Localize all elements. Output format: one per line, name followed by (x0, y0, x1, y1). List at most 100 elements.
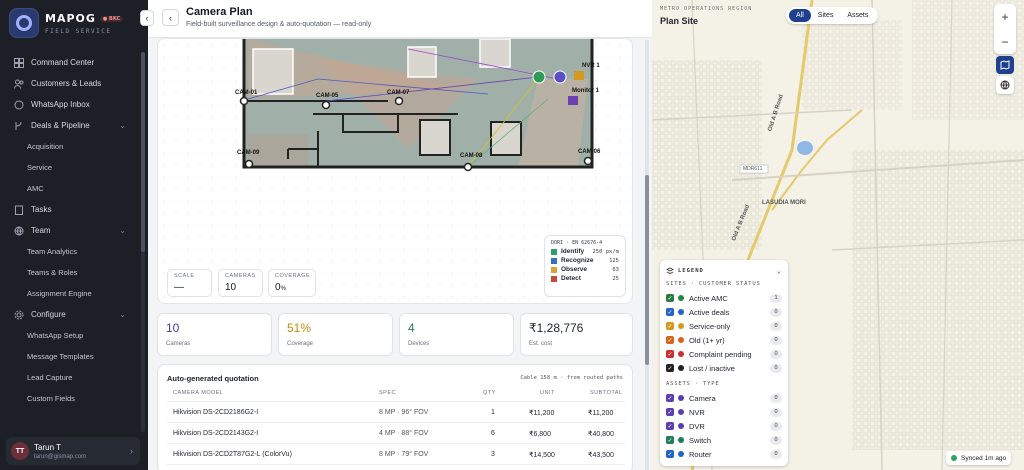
sidebar-item-label: WhatsApp Inbox (31, 100, 90, 109)
chevron-down-icon[interactable]: ⌄ (777, 267, 782, 275)
asset-dot (678, 395, 684, 401)
sidebar-item-configure[interactable]: Configure ⌄ (0, 304, 140, 325)
brand[interactable]: MAPOG ● BKC FIELD SERVICE (9, 8, 124, 38)
quotation-title: Auto-generated quotation (167, 374, 259, 383)
users-icon (14, 79, 24, 89)
area-label: LASUDIA MORI (762, 200, 806, 206)
filter-sites[interactable]: Sites (811, 9, 841, 22)
sidebar-item-command-center[interactable]: Command Center (0, 52, 140, 73)
sidebar-item-whatsapp-setup[interactable]: WhatsApp Setup (0, 325, 140, 346)
stat-value: — (174, 282, 184, 293)
camera-label: CAM-06 (578, 149, 601, 155)
zoom-controls: + − (994, 4, 1016, 54)
checkbox[interactable]: ✓ (666, 450, 674, 458)
sidebar-nav: Command Center Customers & Leads WhatsAp… (0, 52, 140, 409)
filter-all[interactable]: All (789, 9, 811, 22)
metric-label: Cameras (166, 341, 191, 347)
camera-label: CAM-07 (387, 90, 410, 96)
checkbox[interactable]: ✓ (666, 350, 674, 358)
user-menu[interactable]: TT Tarun T tarun@gismap.com › (6, 437, 140, 465)
metric-devices: 4 Devices (399, 313, 514, 356)
globe-icon (1000, 80, 1010, 90)
back-button[interactable]: ‹ (162, 9, 179, 26)
checkbox[interactable]: ✓ (666, 336, 674, 344)
brand-name: MAPOG (45, 11, 96, 25)
table-row[interactable]: Hikvision DS-2CD2186G2-I 8 MP · 96° FOV … (167, 402, 625, 423)
legend-row[interactable]: ✓ Service-only 0 (666, 319, 782, 333)
legend-row[interactable]: ✓ Complaint pending 0 (666, 347, 782, 361)
quotation-card: Auto-generated quotation Cable 158 m · f… (157, 364, 633, 470)
checkbox[interactable]: ✓ (666, 308, 674, 316)
sidebar-scrollbar[interactable] (141, 52, 145, 432)
checkbox[interactable]: ✓ (666, 394, 674, 402)
legend-row[interactable]: ✓ Switch 0 (666, 433, 782, 447)
legend-row[interactable]: ✓ Router 0 (666, 447, 782, 461)
page-header: ‹ Camera Plan Field-built surveillance d… (148, 0, 652, 38)
globe-button[interactable] (996, 76, 1014, 94)
camera-label: CAM-08 (460, 153, 483, 159)
cable-note: Cable 158 m · from routed paths (520, 375, 623, 381)
legend-header[interactable]: LEGEND ⌄ (666, 265, 782, 277)
legend-row[interactable]: ✓ DVR 0 (666, 419, 782, 433)
asset-dot (678, 409, 684, 415)
dori-row: Observe 63 (551, 266, 619, 273)
stat-label: CAMERAS (225, 273, 256, 279)
main-scrollbar[interactable] (645, 40, 649, 470)
checkbox[interactable]: ✓ (666, 408, 674, 416)
checkbox[interactable]: ✓ (666, 422, 674, 430)
legend-row[interactable]: ✓ NVR 0 (666, 405, 782, 419)
asset-dot (678, 451, 684, 457)
map-layer-button[interactable] (996, 56, 1014, 74)
checkbox[interactable]: ✓ (666, 436, 674, 444)
table-row[interactable]: Hikvision DS-2CD2T87G2-L (ColorVu) 8 MP … (167, 444, 625, 465)
zoom-out-button[interactable]: − (994, 29, 1016, 54)
metric-value: ₹1,28,776 (529, 321, 584, 335)
sidebar-item-amc[interactable]: AMC (0, 178, 140, 199)
sidebar-item-acquisition[interactable]: Acquisition (0, 136, 140, 157)
map-panel[interactable]: Old A B Road Old A B Road MDR611 LASUDIA… (652, 0, 1024, 470)
checkbox[interactable]: ✓ (666, 294, 674, 302)
table-header: CAMERA MODEL SPEC QTY UNIT SUBTOTAL (167, 385, 625, 402)
brand-subtitle: FIELD SERVICE (45, 27, 112, 35)
monitor-label: Monitor 1 (572, 88, 600, 94)
legend-title: LEGEND (678, 268, 704, 274)
sidebar-item-whatsapp[interactable]: WhatsApp Inbox (0, 94, 140, 115)
chevron-down-icon: ⌄ (119, 310, 126, 319)
sidebar-item-team[interactable]: Team ⌄ (0, 220, 140, 241)
checkbox[interactable]: ✓ (666, 322, 674, 330)
zoom-in-button[interactable]: + (994, 4, 1016, 29)
legend-row[interactable]: ✓ Camera 0 (666, 391, 782, 405)
camera-label: CAM-05 (316, 93, 339, 99)
sidebar-item-tasks[interactable]: Tasks (0, 199, 140, 220)
legend-section-title: SITES · CUSTOMER STATUS (666, 281, 761, 287)
sidebar-item-label: Command Center (31, 58, 95, 67)
filter-assets[interactable]: Assets (840, 9, 875, 22)
stat-value: 10 (225, 282, 237, 293)
layers-icon (666, 267, 674, 274)
metric-label: Devices (408, 341, 430, 347)
legend-row[interactable]: ✓ Old (1+ yr) 0 (666, 333, 782, 347)
sidebar-item-assignment[interactable]: Assignment Engine (0, 283, 140, 304)
sidebar-item-teams-roles[interactable]: Teams & Roles (0, 262, 140, 283)
map-filter-toggle: All Sites Assets (786, 7, 879, 24)
metric-label: Coverage (287, 341, 314, 347)
sidebar-item-custom-fields[interactable]: Custom Fields (0, 388, 140, 409)
checkbox[interactable]: ✓ (666, 364, 674, 372)
chat-icon (14, 100, 24, 109)
sidebar-item-team-analytics[interactable]: Team Analytics (0, 241, 140, 262)
table-row[interactable]: Hikvision DS-2CD2143G2-I 4 MP · 88° FOV … (167, 423, 625, 444)
sidebar-item-customers[interactable]: Customers & Leads (0, 73, 140, 94)
sync-status: Synced 1m ago (946, 451, 1012, 465)
sidebar-item-service[interactable]: Service (0, 157, 140, 178)
legend-row[interactable]: ✓ Active AMC 1 (666, 291, 782, 305)
sync-text: Synced 1m ago (961, 454, 1007, 462)
sidebar-item-deals[interactable]: Deals & Pipeline ⌄ (0, 115, 140, 136)
legend-row[interactable]: ✓ Lost / inactive 0 (666, 361, 782, 375)
clipboard-icon (15, 205, 23, 215)
camera-label: CAM-09 (237, 150, 260, 156)
legend-row[interactable]: ✓ Active deals 0 (666, 305, 782, 319)
user-name: Tarun T (34, 442, 61, 452)
sidebar-item-message-templates[interactable]: Message Templates (0, 346, 140, 367)
collapse-sidebar-button[interactable]: ‹ (140, 10, 154, 26)
sidebar-item-lead-capture[interactable]: Lead Capture (0, 367, 140, 388)
